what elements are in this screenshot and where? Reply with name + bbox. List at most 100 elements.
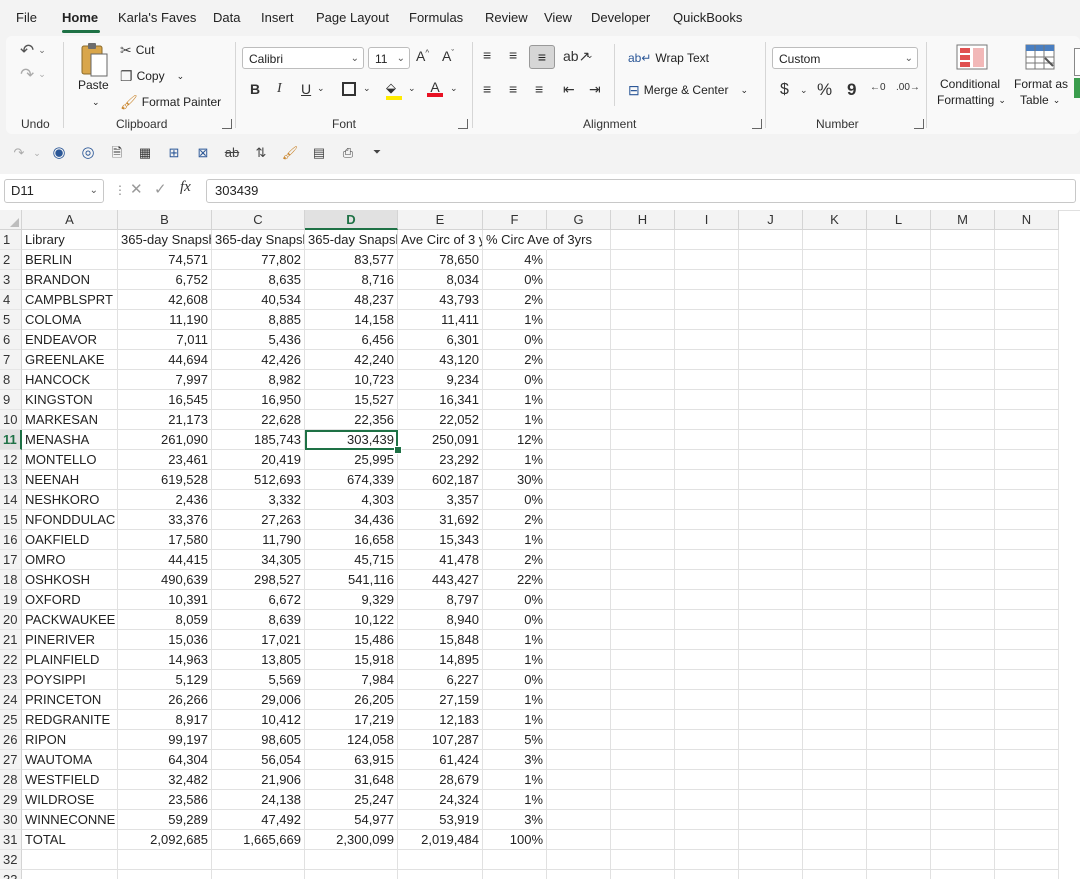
cell-a33[interactable] [22,870,118,879]
cell-f27[interactable]: 3% [483,750,547,770]
row-header-12[interactable]: 12 [0,450,22,470]
cell-d8[interactable]: 10,723 [305,370,398,390]
cell-l31[interactable] [867,830,931,850]
cell-d30[interactable]: 54,977 [305,810,398,830]
cell-i25[interactable] [675,710,739,730]
cell-k14[interactable] [803,490,867,510]
cell-m9[interactable] [931,390,995,410]
cell-k19[interactable] [803,590,867,610]
insert-function-icon[interactable]: fx [180,179,191,196]
cell-l23[interactable] [867,670,931,690]
cell-l10[interactable] [867,410,931,430]
cell-h14[interactable] [611,490,675,510]
align-center-icon[interactable]: ≡ [509,81,517,97]
copy-button[interactable]: ❐ Copy ⌄ [120,69,184,83]
cell-j16[interactable] [739,530,803,550]
cell-m19[interactable] [931,590,995,610]
cell-i30[interactable] [675,810,739,830]
cell-n19[interactable] [995,590,1059,610]
cell-b15[interactable]: 33,376 [118,510,212,530]
cell-m22[interactable] [931,650,995,670]
cell-i20[interactable] [675,610,739,630]
cell-f31[interactable]: 100% [483,830,547,850]
cell-f6[interactable]: 0% [483,330,547,350]
cell-l26[interactable] [867,730,931,750]
cell-f20[interactable]: 0% [483,610,547,630]
cell-b3[interactable]: 6,752 [118,270,212,290]
customize-qat-icon[interactable]: ⏷ [368,144,386,162]
font-size-select[interactable]: 11 ⌄ [368,47,410,69]
cell-i33[interactable] [675,870,739,879]
row-header-7[interactable]: 7 [0,350,22,370]
cell-e6[interactable]: 6,301 [398,330,483,350]
cell-a10[interactable]: MARKESAN [22,410,118,430]
cell-e30[interactable]: 53,919 [398,810,483,830]
cell-j13[interactable] [739,470,803,490]
cell-g4[interactable] [547,290,611,310]
cell-l6[interactable] [867,330,931,350]
cell-n3[interactable] [995,270,1059,290]
cell-b2[interactable]: 74,571 [118,250,212,270]
cell-d10[interactable]: 22,356 [305,410,398,430]
cell-i28[interactable] [675,770,739,790]
cell-a32[interactable] [22,850,118,870]
italic-button[interactable]: I [277,81,282,97]
cell-g31[interactable] [547,830,611,850]
cell-j19[interactable] [739,590,803,610]
align-left-icon[interactable]: ≡ [483,81,491,97]
cell-m30[interactable] [931,810,995,830]
cell-l22[interactable] [867,650,931,670]
cell-k9[interactable] [803,390,867,410]
paste-icon[interactable] [78,42,110,78]
cell-g17[interactable] [547,550,611,570]
column-header-d[interactable]: D [305,210,398,230]
cell-f7[interactable]: 2% [483,350,547,370]
tab-data[interactable]: Data [213,10,240,25]
brush-qat-icon[interactable]: 🖌 [281,144,299,162]
cell-h3[interactable] [611,270,675,290]
cell-i12[interactable] [675,450,739,470]
cell-m12[interactable] [931,450,995,470]
number-format-select[interactable]: Custom ⌄ [772,47,918,69]
cell-g28[interactable] [547,770,611,790]
cell-c8[interactable]: 8,982 [212,370,305,390]
cell-k31[interactable] [803,830,867,850]
worksheet-grid[interactable]: ABCDEFGHIJKLMN1Library365-day Snapshot36… [0,210,1080,879]
cell-h1[interactable] [611,230,675,250]
cell-i2[interactable] [675,250,739,270]
borders-icon[interactable] [342,82,356,96]
cell-k18[interactable] [803,570,867,590]
cell-h16[interactable] [611,530,675,550]
cell-h22[interactable] [611,650,675,670]
cell-k5[interactable] [803,310,867,330]
cell-g8[interactable] [547,370,611,390]
cell-c28[interactable]: 21,906 [212,770,305,790]
cell-k27[interactable] [803,750,867,770]
cell-b22[interactable]: 14,963 [118,650,212,670]
cell-b27[interactable]: 64,304 [118,750,212,770]
format-as-table-button-2[interactable]: Table ⌄ [1020,93,1060,107]
row-header-25[interactable]: 25 [0,710,22,730]
cell-c7[interactable]: 42,426 [212,350,305,370]
cell-f4[interactable]: 2% [483,290,547,310]
cell-n27[interactable] [995,750,1059,770]
cell-d11[interactable]: 303,439 [305,430,398,450]
cell-i15[interactable] [675,510,739,530]
cell-d28[interactable]: 31,648 [305,770,398,790]
cell-l32[interactable] [867,850,931,870]
cell-d32[interactable] [305,850,398,870]
tab-formulas[interactable]: Formulas [409,10,463,25]
cell-d22[interactable]: 15,918 [305,650,398,670]
cell-c32[interactable] [212,850,305,870]
cell-c13[interactable]: 512,693 [212,470,305,490]
cell-h9[interactable] [611,390,675,410]
cell-m24[interactable] [931,690,995,710]
cell-f26[interactable]: 5% [483,730,547,750]
cell-g14[interactable] [547,490,611,510]
cell-e29[interactable]: 24,324 [398,790,483,810]
cell-e19[interactable]: 8,797 [398,590,483,610]
cell-n4[interactable] [995,290,1059,310]
cell-d1[interactable]: 365-day Snapshot [305,230,398,250]
cancel-icon[interactable]: ✕ [130,180,143,198]
cell-d25[interactable]: 17,219 [305,710,398,730]
